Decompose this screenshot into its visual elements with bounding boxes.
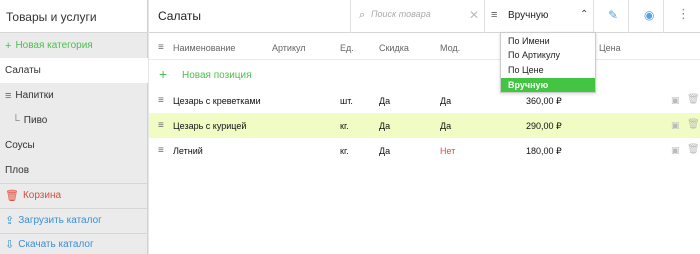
row-discount: Да [379,96,391,106]
new-category-label: Новая категория [15,40,93,51]
page-title: Салаты [158,9,202,23]
trash-icon[interactable]: 🗑 [687,119,700,130]
table-row[interactable]: ≡ Цезарь с курицей кг. Да Да 290,00 ₽ ▣ … [149,113,700,138]
plus-icon: + [159,66,168,82]
row-price: 180,00 ₽ [526,146,562,156]
column-header-price[interactable]: Цена [599,43,621,53]
row-price: 290,00 ₽ [526,121,562,131]
sort-option-by-name[interactable]: По Имени [501,34,595,48]
table-header: ≡ Наименование Артикул Ед. Скидка Мод. Ц… [149,34,700,60]
sidebar-item-label: Напитки [15,90,54,101]
new-position-button[interactable]: + Новая позиция [149,61,700,89]
sort-option-by-price[interactable]: По Цене [501,63,595,77]
row-unit: кг. [340,146,349,156]
search-icon: ⌕ [359,9,366,21]
sort-option-by-article[interactable]: По Артикулу [501,48,595,62]
row-unit: кг. [340,121,349,131]
row-modifiers: Да [440,121,452,131]
sidebar-item-drinks[interactable]: ≡ Напитки [0,83,148,108]
cart-label: Корзина [22,190,62,201]
row-discount: Да [379,121,391,131]
sidebar-item-label: Пиво [23,115,48,126]
chevron-up-icon[interactable]: ⌃ [580,9,588,20]
main-panel: Салаты ⌕ ✕ ≡ Вручную ⌃ ✎ ◉ ⋮ ≡ Наименова… [149,0,700,254]
sort-select-value[interactable]: Вручную [508,10,548,21]
row-unit: шт. [340,96,353,106]
row-name: Цезарь с креветками [173,96,261,106]
sort-icon: ≡ [158,42,164,53]
sort-dropdown-menu: По Имени По Артикулу По Цене Вручную [500,32,596,93]
cart-button[interactable]: 🗑 Корзина [0,183,148,208]
row-name: Цезарь с курицей [173,121,247,131]
column-header-unit[interactable]: Ед. [340,43,354,53]
save-icon[interactable]: ▣ [671,145,680,156]
download-icon: ⇩ [5,238,15,251]
row-modifiers: Да [440,96,452,106]
column-header-name[interactable]: Наименование [173,43,235,53]
sidebar-item-label: Салаты [5,65,41,76]
subcategory-branch-icon: └ [12,114,20,127]
more-vertical-icon[interactable]: ⋮ [677,6,690,22]
download-catalog-label: Скачать каталог [18,239,94,250]
plus-icon: + [5,39,12,52]
eye-icon[interactable]: ◉ [644,8,654,22]
sidebar-item-beer[interactable]: └ Пиво [0,108,148,133]
sidebar: Товары и услуги + Новая категория Салаты… [0,0,148,254]
list-icon: ≡ [5,89,12,102]
drag-handle-icon[interactable]: ≡ [158,145,164,156]
drag-handle-icon[interactable]: ≡ [158,95,164,106]
sidebar-item-pilaf[interactable]: Плов [0,158,148,183]
pencil-icon[interactable]: ✎ [608,8,618,22]
row-modifiers: Нет [440,146,456,156]
row-discount: Да [379,146,391,156]
column-header-modifiers[interactable]: Мод. [440,43,460,53]
column-header-discount[interactable]: Скидка [379,43,409,53]
sidebar-item-label: Плов [5,165,30,176]
sort-option-manual[interactable]: Вручную [501,78,595,92]
row-price: 360,00 ₽ [526,96,562,106]
save-icon[interactable]: ▣ [671,120,680,131]
table-row[interactable]: ≡ Цезарь с креветками шт. Да Да 360,00 ₽… [149,88,700,113]
sidebar-title: Товары и услуги [0,0,147,33]
sidebar-item-label: Соусы [5,140,35,151]
new-category-button[interactable]: + Новая категория [0,33,148,58]
column-header-article[interactable]: Артикул [272,43,306,53]
divider [663,0,664,33]
drag-handle-icon[interactable]: ≡ [158,120,164,131]
toolbar: Салаты ⌕ ✕ ≡ Вручную ⌃ ✎ ◉ ⋮ [149,0,700,33]
divider [350,0,351,33]
sidebar-item-sauces[interactable]: Соусы [0,133,148,158]
divider [628,0,629,33]
trash-icon: 🗑 [5,189,19,202]
table-row[interactable]: ≡ Летний кг. Да Нет 180,00 ₽ ▣ 🗑 [149,138,700,163]
trash-icon[interactable]: 🗑 [687,144,700,155]
upload-catalog-label: Загрузить каталог [18,215,102,226]
upload-icon: ⇪ [5,214,15,227]
download-catalog-button[interactable]: ⇩ Скачать каталог [0,232,148,254]
divider [484,0,485,33]
new-position-label: Новая позиция [182,70,252,81]
sidebar-item-salads[interactable]: Салаты [0,58,148,83]
trash-icon[interactable]: 🗑 [687,94,700,105]
upload-catalog-button[interactable]: ⇪ Загрузить каталог [0,208,148,233]
close-icon[interactable]: ✕ [469,8,479,22]
search-input[interactable] [371,9,471,19]
sort-icon: ≡ [491,9,498,21]
row-name: Летний [173,146,203,156]
divider [593,0,594,33]
save-icon[interactable]: ▣ [671,95,680,106]
